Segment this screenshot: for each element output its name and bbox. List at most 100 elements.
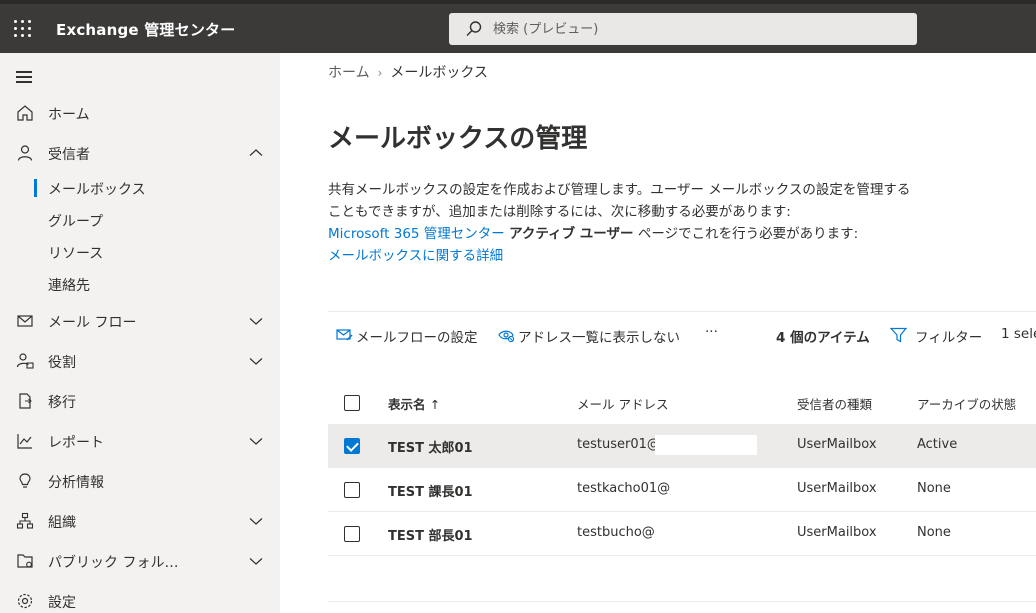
description-line: 共有メールボックスの設定を作成および管理します。ユーザー メールボックスの設定を…: [328, 182, 911, 198]
cell-recipient-type: UserMailbox: [797, 525, 877, 540]
chevron-down-icon[interactable]: [248, 553, 264, 569]
hide-from-gal-button[interactable]: アドレス一覧に表示しない: [498, 325, 693, 347]
nav-label: 分析情報: [48, 475, 104, 491]
nav-label: パブリック フォル…: [48, 555, 179, 571]
sidebar-item-resources[interactable]: リソース: [0, 237, 280, 267]
app-title[interactable]: Exchange 管理センター: [56, 19, 235, 40]
nav-label: 設定: [48, 595, 76, 611]
sidebar-item-groups[interactable]: グループ: [0, 205, 280, 235]
breadcrumb-separator: ›: [377, 66, 383, 80]
nav-item-reports[interactable]: レポート: [0, 425, 280, 457]
person-icon: [17, 145, 33, 161]
chart-icon: [17, 434, 32, 449]
search-input[interactable]: [493, 13, 903, 45]
row-checkbox[interactable]: [344, 526, 360, 542]
main-content: ホーム › メールボックス メールボックスの管理 共有メールボックスの設定を作成およ…: [280, 53, 1036, 613]
nav-item-settings[interactable]: 設定: [0, 585, 280, 613]
more-actions-button[interactable]: ···: [705, 324, 729, 347]
cell-display-name[interactable]: TEST 課長01: [388, 481, 473, 500]
nav-label: メール フロー: [48, 315, 137, 331]
nav-label: 移行: [48, 395, 76, 411]
description-line: こともできますが、追加または削除するには、次に移動する必要があります:: [328, 204, 791, 220]
nav-item-insights[interactable]: 分析情報: [0, 465, 280, 497]
cell-recipient-type: UserMailbox: [797, 437, 877, 452]
more-icon: ···: [705, 324, 718, 340]
nav-item-migration[interactable]: 移行: [0, 385, 280, 417]
header-recipient-type[interactable]: 受信者の種類: [797, 394, 872, 413]
org-chart-icon: [16, 512, 34, 529]
roles-icon: [16, 353, 34, 369]
filter-button[interactable]: フィルター: [890, 325, 990, 347]
nav-label: リソース: [48, 246, 104, 262]
selected-count: 1 sele: [1001, 325, 1036, 347]
nav-label: グループ: [48, 214, 104, 230]
command-bar: メールフローの設定 アドレス一覧に表示しない ··· 4 個のアイテム フィルタ…: [328, 311, 1036, 359]
description-tail: ページでこれを行う必要があります:: [637, 226, 859, 242]
redaction-block: [655, 435, 757, 455]
sort-ascending-icon: ↑: [429, 397, 441, 412]
top-bar: Exchange 管理センター: [0, 0, 1036, 53]
filter-icon: [890, 327, 908, 343]
chevron-down-icon[interactable]: [248, 353, 264, 369]
item-count-text: 4 個のアイテム: [776, 330, 870, 346]
table-bottom-divider: [328, 601, 1036, 602]
sidebar-item-mailboxes[interactable]: メールボックス: [0, 173, 280, 203]
nav-label: 受信者: [48, 147, 90, 163]
folder-icon: [17, 554, 33, 568]
table-header-row: 表示名 ↑ メール アドレス 受信者の種類 アーカイブの状態: [328, 381, 1036, 425]
nav-item-recipients[interactable]: 受信者: [0, 137, 280, 169]
learn-more-link[interactable]: メールボックスに関する詳細: [328, 248, 503, 264]
row-checkbox[interactable]: [344, 438, 360, 454]
cell-display-name[interactable]: TEST 太郎01: [388, 437, 473, 456]
cell-email: testkacho01@: [577, 481, 671, 496]
nav-item-public-folders[interactable]: パブリック フォル…: [0, 545, 280, 577]
mail-settings-icon: [336, 329, 353, 341]
nav-label: レポート: [48, 435, 104, 451]
sidebar-item-contacts[interactable]: 連絡先: [0, 269, 280, 299]
nav-label: ホーム: [48, 107, 90, 123]
breadcrumb-home[interactable]: ホーム: [328, 62, 370, 82]
description-line: Microsoft 365 管理センター アクティブ ユーザー ページでこれを行…: [328, 223, 968, 245]
command-label: アドレス一覧に表示しない: [518, 330, 680, 346]
nav-item-roles[interactable]: 役割: [0, 345, 280, 377]
table-row[interactable]: TEST 課長01 testkacho01@ UserMailbox None: [328, 468, 1036, 512]
chevron-down-icon[interactable]: [248, 513, 264, 529]
nav-item-home[interactable]: ホーム: [0, 97, 280, 129]
mailflow-settings-button[interactable]: メールフローの設定: [336, 325, 486, 347]
search-icon: [466, 21, 482, 36]
m365-admin-link[interactable]: Microsoft 365 管理センター: [328, 226, 505, 242]
cell-archive-status: Active: [917, 437, 958, 452]
chevron-down-icon[interactable]: [248, 433, 264, 449]
lightbulb-icon: [19, 473, 31, 488]
command-label: フィルター: [915, 330, 983, 346]
header-display-name[interactable]: 表示名 ↑: [388, 394, 440, 413]
nav-label: 組織: [48, 515, 76, 531]
cell-archive-status: None: [917, 525, 951, 540]
app-launcher-icon[interactable]: [14, 20, 32, 38]
breadcrumb: ホーム › メールボックス: [328, 62, 488, 82]
home-icon: [17, 105, 33, 121]
cell-email: testbucho@: [577, 525, 655, 540]
table-row[interactable]: TEST 太郎01 testuser01@r UserMailbox Activ…: [328, 424, 1036, 468]
search-box[interactable]: [449, 13, 917, 45]
header-archive-status[interactable]: アーカイブの状態: [917, 394, 1016, 413]
breadcrumb-current: メールボックス: [390, 65, 488, 81]
hide-eye-icon: [498, 330, 515, 343]
collapse-nav-icon[interactable]: [16, 69, 34, 83]
cell-display-name[interactable]: TEST 部長01: [388, 525, 473, 544]
cell-email: testuser01@r: [577, 437, 666, 452]
left-nav: ホーム 受信者 メールボックス グループ リソース 連絡先 メール フロー 役割…: [0, 53, 280, 613]
page-description: 共有メールボックスの設定を作成および管理します。ユーザー メールボックスの設定を…: [328, 179, 968, 267]
row-checkbox[interactable]: [344, 482, 360, 498]
gear-icon: [17, 593, 33, 609]
table-row[interactable]: TEST 部長01 testbucho@ UserMailbox None: [328, 512, 1036, 556]
active-users-text: アクティブ ユーザー: [509, 226, 634, 242]
chevron-down-icon[interactable]: [248, 313, 264, 329]
cell-recipient-type: UserMailbox: [797, 481, 877, 496]
chevron-up-icon[interactable]: [248, 145, 264, 161]
nav-item-mail-flow[interactable]: メール フロー: [0, 305, 280, 337]
header-email[interactable]: メール アドレス: [577, 394, 668, 413]
select-all-checkbox[interactable]: [344, 395, 360, 411]
cell-archive-status: None: [917, 481, 951, 496]
nav-item-organization[interactable]: 組織: [0, 505, 280, 537]
